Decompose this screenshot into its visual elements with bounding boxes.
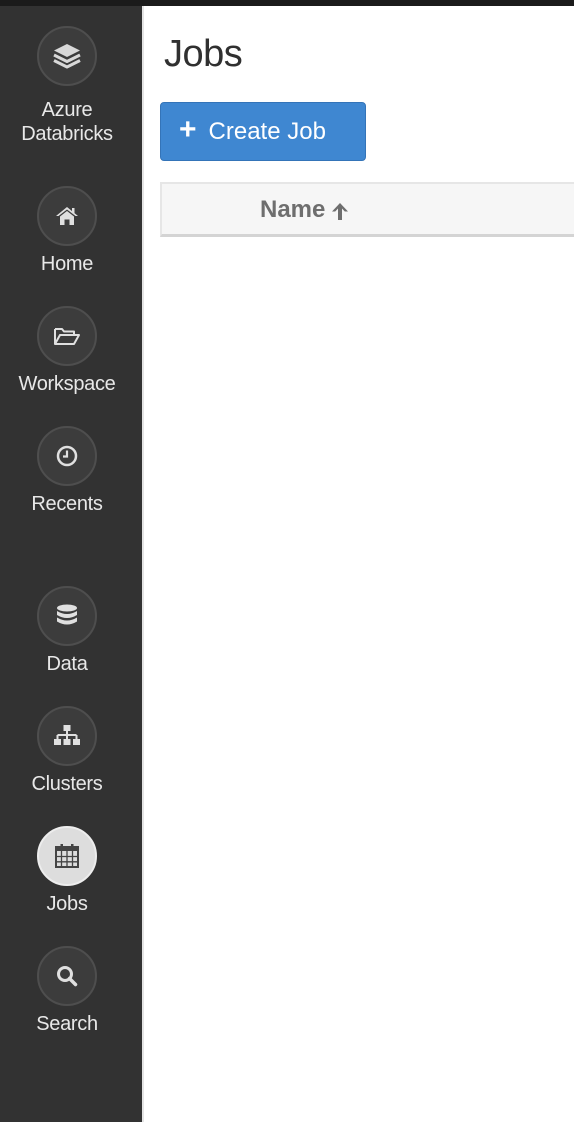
page-title: Jobs: [164, 33, 243, 75]
sidebar-item-label: Data: [46, 653, 88, 675]
sidebar-item-search[interactable]: Search: [0, 946, 134, 1036]
sidebar-item-label: Recents: [31, 493, 103, 515]
home-icon: [37, 186, 97, 246]
sidebar-item-clusters[interactable]: Clusters: [0, 706, 134, 796]
sidebar-brand[interactable]: Azure Databricks: [0, 26, 134, 146]
create-job-label: Create Job: [208, 117, 326, 145]
sidebar-item-workspace[interactable]: Workspace: [0, 306, 134, 396]
sidebar-item-label: Home: [40, 253, 94, 275]
sidebar-item-label: Search: [36, 1013, 98, 1035]
sidebar-item-label: Workspace: [18, 373, 116, 395]
database-icon: [37, 586, 97, 646]
folder-open-icon: [37, 306, 97, 366]
create-job-button[interactable]: + Create Job: [160, 102, 366, 161]
sidebar: Azure Databricks Home Workspace Recents …: [0, 6, 142, 1122]
jobs-table-header: Name: [160, 182, 574, 237]
sidebar-item-jobs[interactable]: Jobs: [0, 826, 134, 916]
search-icon: [37, 946, 97, 1006]
sidebar-item-home[interactable]: Home: [0, 186, 134, 276]
sidebar-item-data[interactable]: Data: [0, 586, 134, 676]
clock-icon: [37, 426, 97, 486]
sitemap-icon: [37, 706, 97, 766]
main-content: Jobs + Create Job Name: [144, 6, 574, 1122]
plus-icon: +: [179, 113, 197, 146]
layers-icon: [37, 26, 97, 86]
column-header-label: Name: [260, 196, 326, 223]
sidebar-item-recents[interactable]: Recents: [0, 426, 134, 516]
calendar-icon: [37, 826, 97, 886]
arrow-up-icon: [332, 203, 349, 220]
sidebar-item-label: Clusters: [31, 773, 103, 795]
column-header-name[interactable]: Name: [260, 196, 351, 224]
sidebar-item-label: Jobs: [46, 893, 88, 915]
brand-label: Azure Databricks: [21, 99, 113, 145]
